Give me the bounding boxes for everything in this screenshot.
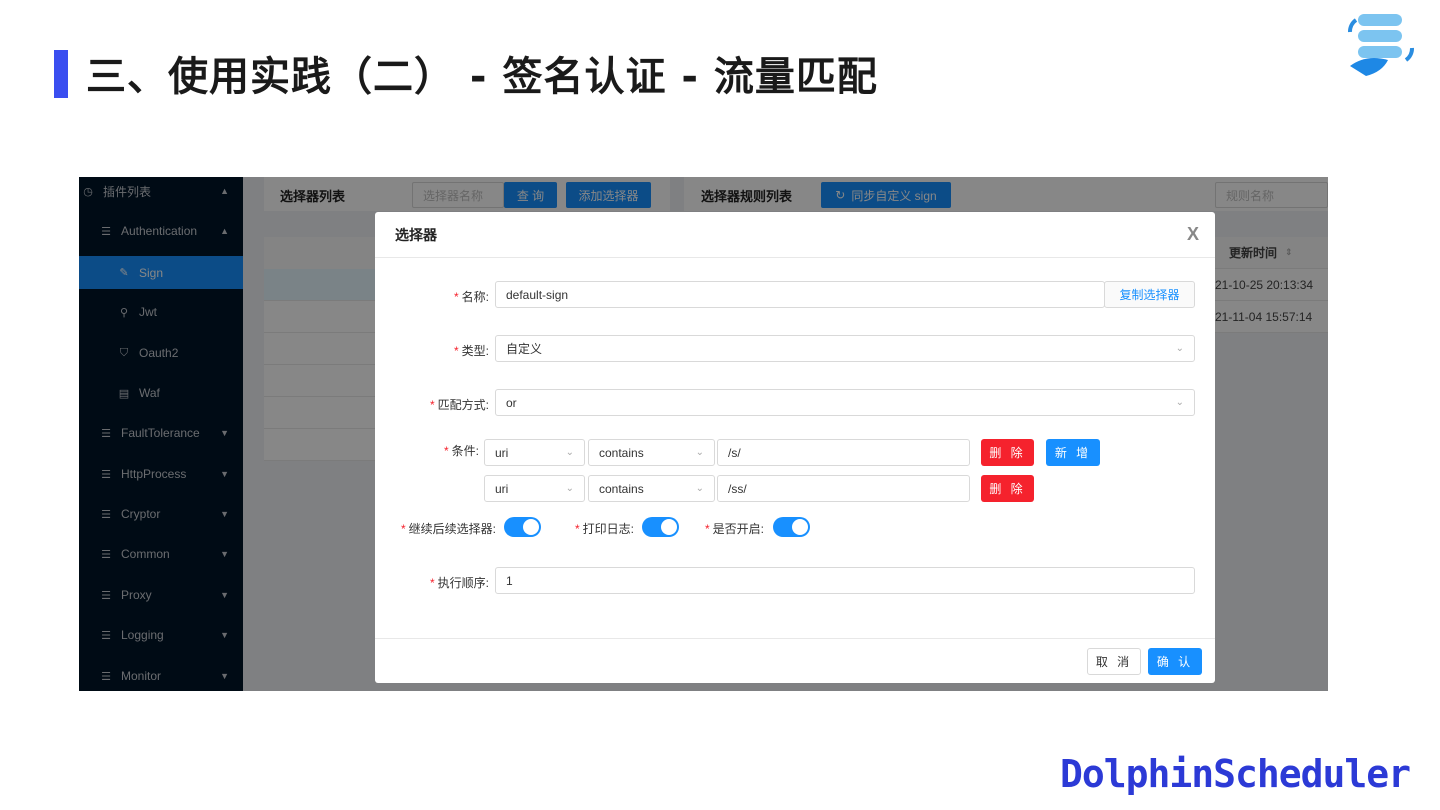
chevron-down-icon: ⌄: [565, 447, 574, 458]
modal-footer: 取 消 确 认: [375, 638, 1215, 683]
match-label: * 匹配方式:: [429, 398, 489, 412]
delete-condition-button[interactable]: 删 除: [981, 439, 1034, 466]
select-value: contains: [599, 445, 644, 460]
type-label: * 类型:: [453, 344, 489, 358]
condition-param-select[interactable]: uri ⌄: [484, 439, 585, 466]
close-icon[interactable]: X: [1187, 224, 1199, 245]
log-toggle[interactable]: [642, 517, 679, 537]
select-value: uri: [495, 481, 509, 496]
select-value: contains: [599, 481, 644, 496]
enabled-label: * 是否开启:: [705, 522, 765, 536]
slide-title: 三、使用实践（二） - 签名认证 - 流量匹配: [86, 54, 878, 100]
label-text: 打印日志:: [582, 522, 635, 536]
title-accent-bar: [54, 50, 68, 98]
copy-selector-button[interactable]: 复制选择器: [1104, 281, 1195, 308]
select-value: or: [506, 395, 517, 410]
label-text: 名称:: [461, 290, 489, 304]
order-input[interactable]: 1: [495, 567, 1195, 594]
enabled-toggle[interactable]: [773, 517, 810, 537]
chevron-down-icon: ⌄: [565, 483, 574, 494]
add-condition-button[interactable]: 新 增: [1046, 439, 1100, 466]
log-label: * 打印日志:: [575, 522, 635, 536]
confirm-button[interactable]: 确 认: [1148, 648, 1202, 675]
modal-header: 选择器 X: [375, 212, 1215, 258]
label-text: 是否开启:: [712, 522, 765, 536]
condition-value-input[interactable]: /s/: [717, 439, 970, 466]
label-text: 条件:: [451, 444, 479, 458]
name-label: * 名称:: [453, 290, 489, 304]
brand-wordmark: DolphinScheduler: [1059, 752, 1411, 796]
continue-toggle[interactable]: [504, 517, 541, 537]
order-label: * 执行顺序:: [429, 576, 489, 590]
delete-condition-button[interactable]: 删 除: [981, 475, 1034, 502]
condition-operator-select[interactable]: contains ⌄: [588, 439, 715, 466]
condition-operator-select[interactable]: contains ⌄: [588, 475, 715, 502]
condition-param-select[interactable]: uri ⌄: [484, 475, 585, 502]
chevron-down-icon: ⌄: [1175, 397, 1184, 408]
chevron-down-icon: ⌄: [695, 483, 704, 494]
type-select[interactable]: 自定义 ⌄: [495, 335, 1195, 362]
match-select[interactable]: or ⌄: [495, 389, 1195, 416]
dolphin-logo-icon: [1348, 14, 1414, 76]
condition-label: * 条件:: [443, 444, 479, 458]
cancel-button[interactable]: 取 消: [1087, 648, 1141, 675]
selector-modal: 选择器 X * 名称: default-sign 复制选择器 * 类型: 自定义 ⌄ …: [375, 212, 1215, 683]
select-value: 自定义: [506, 342, 543, 356]
label-text: 匹配方式:: [437, 398, 489, 412]
label-text: 执行顺序:: [437, 576, 489, 590]
label-text: 类型:: [461, 344, 489, 358]
chevron-down-icon: ⌄: [695, 447, 704, 458]
app-screenshot: ◷ 插件列表 ▲ ☰ Authentication ▲ ✎ Sign ⚲ Jwt ⛉ Oa…: [79, 177, 1328, 691]
label-text: 继续后续选择器:: [408, 522, 497, 536]
select-value: uri: [495, 445, 509, 460]
continue-label: * 继续后续选择器:: [401, 522, 497, 536]
name-input[interactable]: default-sign: [495, 281, 1105, 308]
condition-value-input[interactable]: /ss/: [717, 475, 970, 502]
modal-title: 选择器: [395, 226, 437, 243]
chevron-down-icon: ⌄: [1175, 343, 1184, 354]
